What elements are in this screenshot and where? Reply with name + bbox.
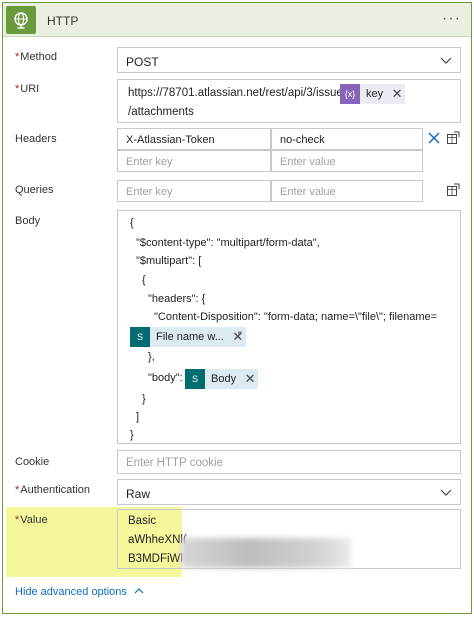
remove-token-icon[interactable]: ✕ [242, 369, 259, 389]
switch-to-text-mode-icon[interactable] [446, 183, 460, 197]
queries-label: Queries [15, 184, 54, 196]
header-key-input[interactable]: X-Atlassian-Token [117, 128, 271, 150]
http-action-card: HTTP ··· *Method POST *URI https://78701… [2, 2, 472, 614]
headers-label: Headers [15, 133, 57, 145]
uri-text-before: https://78701.atlassian.net/rest/api/3/i… [128, 87, 346, 99]
body-line-11: ] [136, 411, 140, 423]
body-label: Body [15, 215, 41, 227]
value-line-1: Basic [128, 515, 157, 527]
authentication-value: Raw [126, 487, 151, 501]
header-value-empty-input[interactable]: Enter value [271, 150, 423, 172]
query-key-input[interactable]: Enter key [117, 180, 271, 202]
expression-icon: {x} [340, 84, 360, 104]
body-line-6: "Content-Disposition": "form-data; name=… [154, 311, 438, 323]
body-line-10: } [142, 393, 146, 405]
globe-icon [6, 6, 36, 34]
value-line-3: B3MDFiWl [128, 553, 183, 565]
sharepoint-icon: S [130, 327, 150, 347]
cookie-label: Cookie [15, 456, 50, 468]
body-line-2: "$content-type": "multipart/form-data", [136, 237, 320, 249]
authentication-select[interactable]: Raw [117, 479, 461, 505]
value-line-2: aWhheXNl( [128, 534, 187, 546]
required-mark: * [15, 83, 20, 95]
body-token-label: Body [205, 369, 243, 389]
card-title: HTTP [47, 14, 79, 28]
chevron-up-icon [134, 588, 144, 594]
card-header[interactable]: HTTP ··· [3, 3, 471, 37]
header-key-empty-input[interactable]: Enter key [117, 150, 271, 172]
remove-token-icon[interactable]: ✕ [389, 86, 405, 102]
chevron-down-icon [440, 489, 452, 496]
hide-advanced-options-link[interactable]: Hide advanced options [15, 586, 144, 598]
file-name-token[interactable]: S File name w... ✕ [130, 327, 246, 347]
header-value-input[interactable]: no-check [271, 128, 423, 150]
body-line-1: { [130, 217, 134, 229]
authentication-label: *Authentication [15, 484, 90, 496]
delete-header-icon[interactable] [428, 132, 440, 144]
value-label: *Value [15, 514, 48, 526]
required-mark: * [15, 484, 20, 496]
query-value-input[interactable]: Enter value [271, 180, 423, 202]
chevron-down-icon [440, 57, 452, 64]
file-name-token-label: File name w... [150, 327, 230, 347]
body-token[interactable]: S Body ✕ [185, 369, 259, 389]
body-line-9: "body": [148, 372, 183, 384]
body-line-5: "headers": { [148, 293, 206, 305]
uri-label: *URI [15, 83, 40, 95]
uri-token-label: key [366, 88, 384, 100]
uri-key-token[interactable]: {x} key ✕ [340, 84, 406, 104]
method-select[interactable]: POST [117, 47, 461, 73]
method-label: *Method [15, 51, 57, 63]
uri-field[interactable]: https://78701.atlassian.net/rest/api/3/i… [117, 79, 461, 123]
body-line-12: } [130, 429, 134, 441]
switch-to-text-mode-icon[interactable] [446, 131, 460, 145]
required-mark: * [15, 51, 20, 63]
method-value: POST [126, 55, 159, 69]
body-line-7: " [238, 330, 242, 342]
sharepoint-icon: S [185, 369, 205, 389]
uri-text-after: /attachments [128, 106, 194, 118]
body-line-8: }, [148, 351, 155, 363]
more-options-icon[interactable]: ··· [442, 10, 461, 28]
cookie-input[interactable]: Enter HTTP cookie [117, 450, 461, 474]
body-line-4: { [142, 274, 146, 286]
required-mark: * [15, 514, 20, 526]
body-line-3: "$multipart": [ [136, 255, 202, 267]
redacted-area [181, 538, 351, 568]
